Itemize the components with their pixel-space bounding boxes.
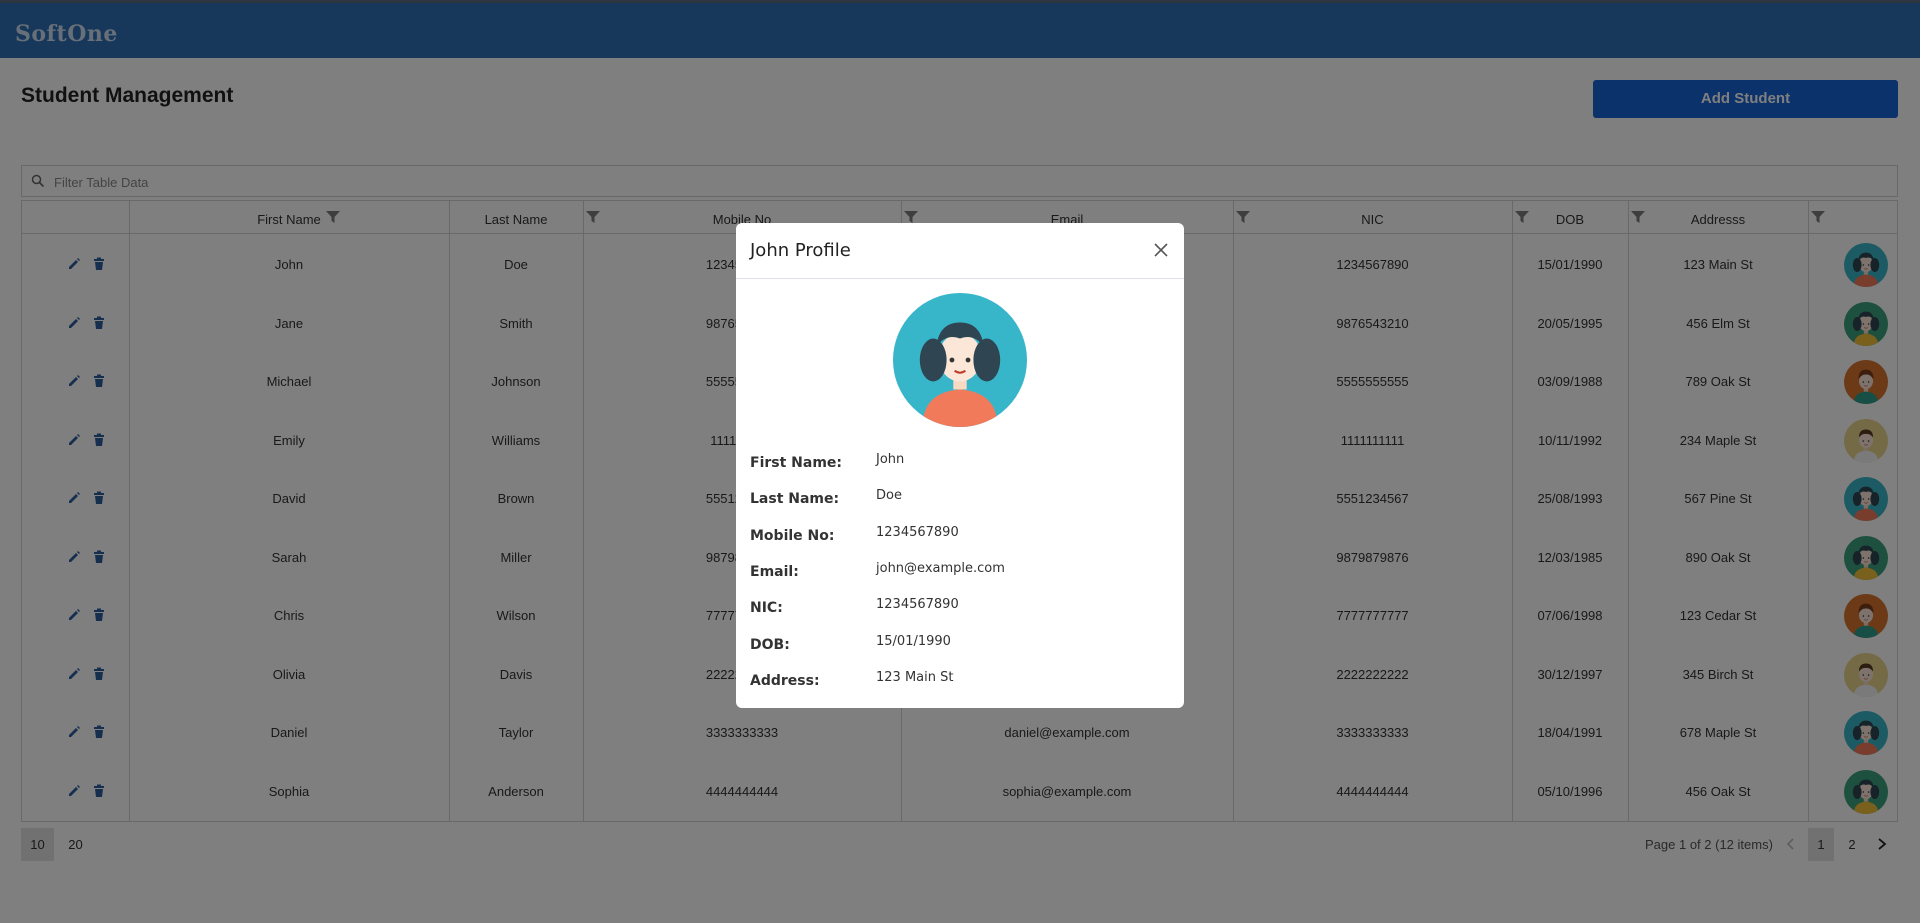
profile-label: DOB: bbox=[750, 636, 790, 653]
profile-row-nic: NIC: 1234567890 bbox=[750, 597, 1170, 630]
profile-label: First Name: bbox=[750, 455, 843, 471]
profile-value: Doe bbox=[876, 488, 902, 504]
profile-label: Last Name: bbox=[750, 491, 840, 508]
close-icon[interactable] bbox=[1152, 241, 1170, 259]
profile-label: Mobile No: bbox=[750, 527, 835, 544]
profile-row-last-name: Last Name: Doe bbox=[750, 488, 1170, 521]
profile-value: 1234567890 bbox=[876, 597, 959, 613]
profile-value: 123 Main St bbox=[876, 669, 954, 685]
profile-value: 15/01/1990 bbox=[876, 633, 951, 649]
profile-avatar bbox=[893, 293, 1027, 427]
profile-label: Email: bbox=[750, 563, 799, 580]
profile-row-address: Address: 123 Main St bbox=[750, 669, 1170, 703]
profile-row-dob: DOB: 15/01/1990 bbox=[750, 633, 1170, 667]
profile-row-email: Email: john@example.com bbox=[750, 560, 1170, 594]
profile-row-mobile-no: Mobile No: 1234567890 bbox=[750, 524, 1170, 558]
profile-value: 1234567890 bbox=[876, 524, 959, 540]
profile-label: Address: bbox=[750, 672, 820, 689]
profile-label: NIC: bbox=[750, 600, 783, 617]
profile-value: john@example.com bbox=[876, 560, 1005, 576]
modal-header: John Profile bbox=[736, 223, 1184, 279]
modal-title: John Profile bbox=[750, 240, 851, 261]
profile-modal: John Profile First Name: John Last Name: Do… bbox=[736, 223, 1184, 708]
profile-value: John bbox=[876, 452, 905, 467]
profile-row-first-name: First Name: John bbox=[750, 452, 1170, 485]
